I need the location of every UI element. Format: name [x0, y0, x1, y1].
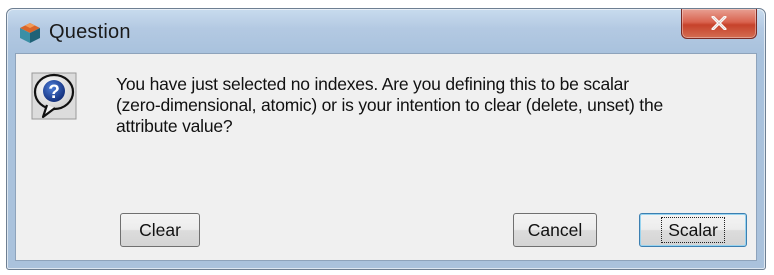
- window-title: Question: [49, 21, 131, 43]
- message-line-1: You have just selected no indexes. Are y…: [116, 74, 629, 94]
- clear-button[interactable]: Clear: [120, 213, 200, 247]
- message-line-3: attribute value?: [116, 116, 233, 136]
- dialog-message: You have just selected no indexes. Are y…: [116, 74, 736, 137]
- question-dialog-window: Question ? You have just selected no ind…: [6, 8, 766, 270]
- app-cube-icon: [19, 22, 41, 44]
- message-line-2: (zero-dimensional, atomic) or is your in…: [116, 95, 664, 115]
- close-x-icon: [711, 16, 727, 30]
- title-bar[interactable]: Question: [7, 9, 765, 53]
- close-button[interactable]: [681, 9, 757, 39]
- svg-text:?: ?: [48, 82, 60, 103]
- cancel-button[interactable]: Cancel: [513, 213, 597, 247]
- scalar-button-label: Scalar: [661, 217, 725, 243]
- dialog-body: ? You have just selected no indexes. Are…: [15, 53, 757, 261]
- question-mark-icon: ?: [31, 71, 77, 123]
- scalar-button[interactable]: Scalar: [639, 213, 747, 247]
